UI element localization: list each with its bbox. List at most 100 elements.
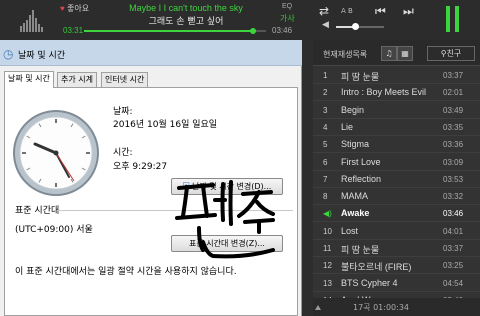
- track-number: 8: [323, 192, 328, 202]
- playlist-summary: 17곡 01:00:34: [353, 303, 410, 312]
- time-total: 03:46: [272, 26, 293, 35]
- progress-bar[interactable]: [84, 28, 266, 34]
- friend-label: 친구: [446, 49, 462, 58]
- lyric-line-next: 그래도 손 뻗고 싶어: [148, 17, 224, 27]
- timezone-value: (UTC+09:00) 서울: [15, 225, 93, 235]
- dst-note: 이 표준 시간대에서는 일광 절약 시간을 사용하지 않습니다.: [15, 267, 237, 277]
- track-number: 13: [323, 278, 332, 288]
- track-duration: 03:36: [443, 140, 464, 150]
- track-duration: 03:35: [443, 122, 464, 132]
- progress-fill: [84, 30, 254, 32]
- track-number: 7: [323, 174, 328, 184]
- track-row[interactable]: 13 BTS Cypher 4 04:54: [313, 275, 480, 292]
- track-title: 피 땀 눈물: [341, 245, 380, 255]
- list-view-icon[interactable]: ♫: [381, 46, 397, 61]
- track-number: 5: [323, 140, 328, 150]
- clock-app-icon: ◷: [3, 47, 14, 61]
- playlist-header: 현재재생목록 ♫ ▦ ⚲친구: [313, 40, 480, 66]
- pause-button[interactable]: [446, 6, 460, 32]
- timezone-label: 표준 시간대: [15, 206, 60, 216]
- tab-date-time[interactable]: 날짜 및 시간: [4, 71, 54, 88]
- track-title: 불타오르네 (FIRE): [341, 262, 412, 273]
- track-duration: 03:32: [443, 192, 464, 202]
- volume-icon[interactable]: ◀: [322, 20, 329, 30]
- eq-button[interactable]: EQ: [282, 3, 292, 10]
- ab-repeat-button[interactable]: A B: [341, 7, 353, 15]
- track-number: 3: [323, 105, 328, 115]
- track-duration: 03:37: [443, 71, 464, 80]
- tab-internet-time[interactable]: 인터넷 시간: [101, 72, 149, 87]
- dialog-titlebar: ◷ 날짜 및 시간: [0, 40, 302, 66]
- track-title: 피 땀 눈물: [341, 72, 380, 82]
- time-value: 오후 9:29:27: [113, 162, 168, 172]
- track-row[interactable]: 12 불타오르네 (FIRE) 03:25: [313, 257, 480, 275]
- like-toggle[interactable]: ♥ 좋아요: [60, 3, 89, 14]
- track-number: 2: [323, 88, 328, 98]
- repeat-icon[interactable]: ⇄: [319, 4, 329, 18]
- heart-icon: ♥: [60, 4, 65, 13]
- track-row[interactable]: 4 Lie 03:35: [313, 119, 480, 136]
- dialog-title: 날짜 및 시간: [18, 51, 66, 61]
- datetime-dialog: ◷ 날짜 및 시간 날짜 및 시간 추가 시계 인터넷 시간 날짜: 2016년…: [0, 40, 302, 316]
- date-time-panel: 날짜: 2016년 10월 16일 일요일 시간: 오후 9:29:27 ⛨ 날…: [4, 87, 298, 316]
- track-title: BTS Cypher 4: [341, 277, 398, 288]
- time-current: 03:31: [63, 26, 84, 35]
- track-duration: 03:37: [443, 244, 464, 253]
- lyric-line-current: Maybe I I can't touch the sky: [129, 3, 243, 13]
- date-value: 2016년 10월 16일 일요일: [113, 120, 218, 130]
- scroll-up-icon[interactable]: [313, 298, 323, 316]
- playlist-panel: 현재재생목록 ♫ ▦ ⚲친구 1 피 땀 눈물 03:37 2 Intro : Boy …: [313, 40, 480, 316]
- track-title: Begin: [341, 104, 365, 115]
- track-row[interactable]: 11 피 땀 눈물 03:37: [313, 240, 480, 257]
- tab-additional-clocks[interactable]: 추가 시계: [57, 72, 97, 87]
- next-icon[interactable]: ⏭: [403, 4, 414, 18]
- previous-icon[interactable]: ⏮: [375, 4, 386, 18]
- track-row[interactable]: 3 Begin 03:49: [313, 102, 480, 119]
- handwriting-scribble: [175, 180, 275, 259]
- track-title: Lost: [341, 225, 359, 236]
- now-playing-icon: ◀): [323, 209, 332, 219]
- track-duration: 04:54: [443, 278, 464, 288]
- track-row[interactable]: 5 Stigma 03:36: [313, 136, 480, 154]
- track-title: Stigma: [341, 139, 370, 150]
- panel-divider: [302, 40, 313, 316]
- track-row[interactable]: ◀) Awake 03:46: [313, 205, 480, 223]
- screen: ♥ 좋아요 Maybe I I can't touch the sky 그래도 …: [0, 0, 480, 316]
- track-duration: 03:09: [443, 157, 464, 167]
- track-row[interactable]: 7 Reflection 03:53: [313, 171, 480, 188]
- track-row[interactable]: 10 Lost 04:01: [313, 223, 480, 240]
- progress-knob[interactable]: [250, 28, 257, 34]
- grid-view-icon[interactable]: ▦: [397, 46, 413, 61]
- track-title: Intro : Boy Meets Evil: [341, 87, 427, 98]
- playlist-footer: 17곡 01:00:34: [313, 298, 480, 316]
- date-label: 날짜:: [113, 107, 133, 117]
- track-duration: 03:46: [443, 209, 464, 219]
- track-duration: 02:01: [443, 88, 464, 98]
- track-duration: 03:49: [443, 105, 464, 115]
- time-label: 시간:: [113, 148, 133, 158]
- track-title: Awake: [341, 208, 370, 219]
- audio-visualizer: [20, 6, 46, 32]
- track-row[interactable]: 6 First Love 03:09: [313, 154, 480, 171]
- track-number: 1: [323, 71, 328, 80]
- track-title: MAMA: [341, 191, 368, 202]
- lyrics-button[interactable]: 가사: [280, 13, 295, 24]
- track-title: Lie: [341, 121, 354, 132]
- track-title: Reflection: [341, 173, 382, 184]
- track-number: 6: [323, 157, 328, 167]
- friend-button[interactable]: ⚲친구: [427, 46, 475, 61]
- track-row[interactable]: 2 Intro : Boy Meets Evil 02:01: [313, 84, 480, 102]
- track-title: First Love: [341, 156, 381, 167]
- track-duration: 03:53: [443, 174, 464, 184]
- like-label: 좋아요: [66, 4, 90, 13]
- track-number: 4: [323, 122, 328, 132]
- volume-knob[interactable]: [352, 23, 360, 30]
- volume-slider[interactable]: [336, 23, 384, 30]
- track-duration: 04:01: [443, 226, 464, 236]
- track-row[interactable]: 8 MAMA 03:32: [313, 188, 480, 206]
- analog-clock: [13, 110, 99, 196]
- track-number: 10: [323, 226, 332, 236]
- playlist-title: 현재재생목록: [323, 50, 368, 59]
- track-number: 11: [323, 244, 332, 253]
- track-row[interactable]: 1 피 땀 눈물 03:37: [313, 67, 480, 84]
